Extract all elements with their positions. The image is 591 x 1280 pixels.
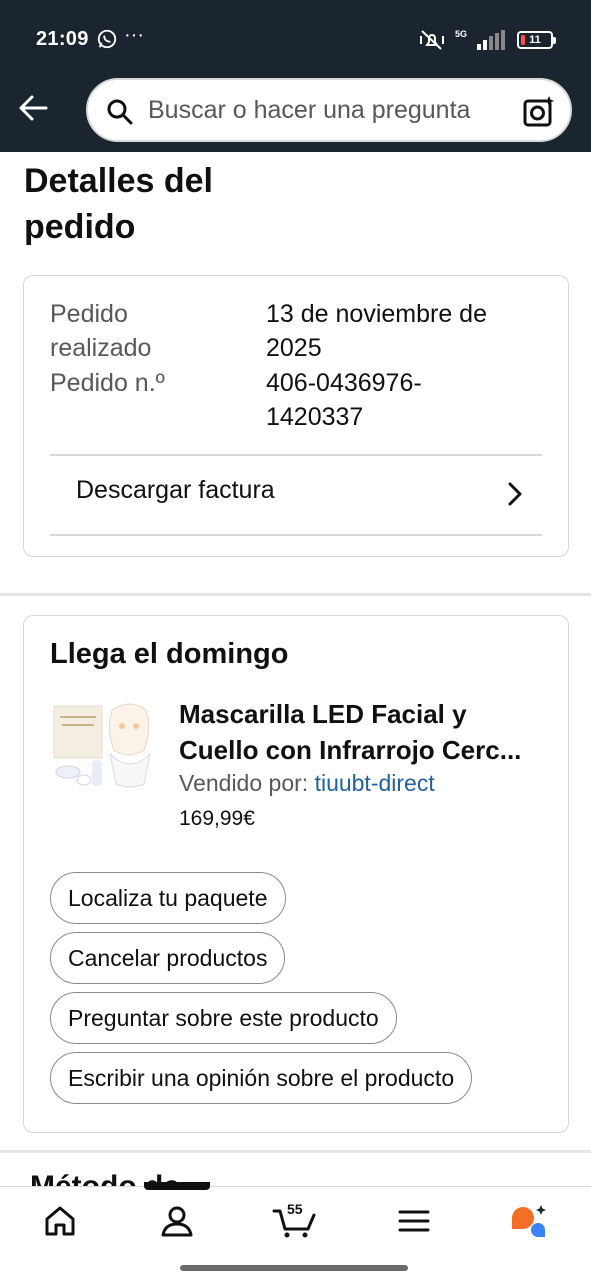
page-title-line2: pedido [24, 208, 136, 246]
home-icon[interactable] [40, 1201, 80, 1241]
product-thumbnail[interactable] [50, 696, 158, 798]
order-date-label-line2: realizado [50, 334, 152, 362]
page-title: Detalles del pedido [24, 158, 324, 250]
seller-link[interactable]: tiuubt-direct [315, 770, 435, 796]
search-header [0, 76, 591, 152]
sold-by-row: Vendido por: tiuubt-direct [179, 770, 435, 797]
mute-vibrate-icon [419, 30, 444, 50]
status-icons: 5G 11 [419, 28, 556, 52]
product-title[interactable]: Mascarilla LED Facial y Cuello con Infra… [179, 696, 549, 768]
camera-lens-icon[interactable] [522, 94, 556, 128]
order-number-label: Pedido n.º [50, 369, 165, 397]
chevron-right-icon [508, 482, 522, 506]
status-bar: 21:09 ··· 5G 11 [0, 0, 591, 76]
ask-about-product-button[interactable]: Preguntar sobre este producto [50, 992, 397, 1044]
product-price: 169,99€ [179, 807, 255, 830]
whatsapp-icon [97, 29, 117, 49]
battery-icon: 11 [517, 31, 556, 49]
order-number-value-line2: 1420337 [266, 403, 364, 431]
order-number-value-line1: 406-0436976- [266, 369, 422, 397]
order-date-value-line2: 2025 [266, 334, 322, 362]
account-icon[interactable] [157, 1201, 197, 1241]
section-separator [0, 1150, 591, 1153]
delivery-card: Llega el domingo Mascarilla LED Facial y… [23, 615, 569, 1133]
page-title-line1: Detalles del [24, 162, 213, 200]
order-number-value: 406-0436976- 1420337 [266, 366, 546, 434]
signal-icon [477, 30, 505, 50]
download-invoice-label: Descargar factura [76, 476, 275, 504]
gesture-home-indicator[interactable] [180, 1265, 408, 1271]
track-package-button[interactable]: Localiza tu paquete [50, 872, 286, 924]
product-title-line1: Mascarilla LED Facial y [179, 699, 467, 729]
menu-icon[interactable] [394, 1201, 434, 1241]
order-date-label: Pedido realizado [50, 297, 151, 365]
active-tab-indicator [144, 1182, 210, 1190]
search-bar[interactable] [86, 78, 572, 142]
battery-low-level [521, 35, 525, 45]
network-5g-label: 5G [454, 28, 467, 39]
sold-by-label: Vendido por: [179, 770, 309, 796]
battery-percent: 11 [529, 34, 541, 46]
order-date-value: 13 de noviembre de 2025 [266, 297, 546, 365]
download-invoice-row[interactable]: Descargar factura [24, 456, 570, 536]
order-info-card: Pedido realizado 13 de noviembre de 2025… [23, 275, 569, 557]
status-time: 21:09 [36, 28, 89, 50]
search-input[interactable] [148, 80, 518, 140]
order-date-label-line1: Pedido [50, 300, 128, 328]
ai-assistant-icon[interactable] [508, 1201, 548, 1241]
cancel-products-button[interactable]: Cancelar productos [50, 932, 286, 984]
write-review-button[interactable]: Escribir una opinión sobre el producto [50, 1052, 473, 1104]
divider [50, 534, 542, 536]
order-date-value-line1: 13 de noviembre de [266, 300, 487, 328]
delivery-title: Llega el domingo [50, 638, 289, 670]
cart-count-badge: 55 [287, 1201, 303, 1217]
status-more-dots: ··· [124, 24, 144, 46]
section-separator [0, 593, 591, 596]
product-title-line2: Cuello con Infrarrojo Cerc... [179, 735, 522, 765]
back-arrow-icon[interactable] [16, 90, 52, 126]
search-icon [107, 99, 133, 125]
